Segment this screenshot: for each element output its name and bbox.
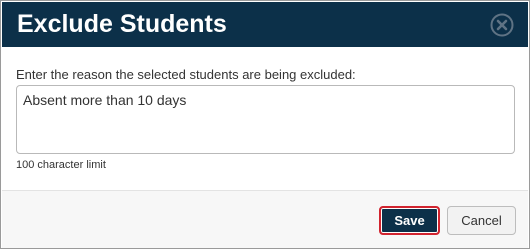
character-limit-note: 100 character limit	[16, 159, 106, 171]
exclude-students-dialog: Exclude Students Enter the reason the se…	[0, 0, 530, 249]
reason-input[interactable]: Absent more than 10 days	[16, 85, 515, 154]
cancel-button[interactable]: Cancel	[447, 206, 516, 235]
close-icon[interactable]	[490, 13, 514, 37]
dialog-header: Exclude Students	[2, 2, 528, 47]
dialog-title: Exclude Students	[17, 10, 227, 38]
reason-prompt-label: Enter the reason the selected students a…	[16, 67, 356, 82]
save-button[interactable]: Save	[379, 206, 440, 235]
